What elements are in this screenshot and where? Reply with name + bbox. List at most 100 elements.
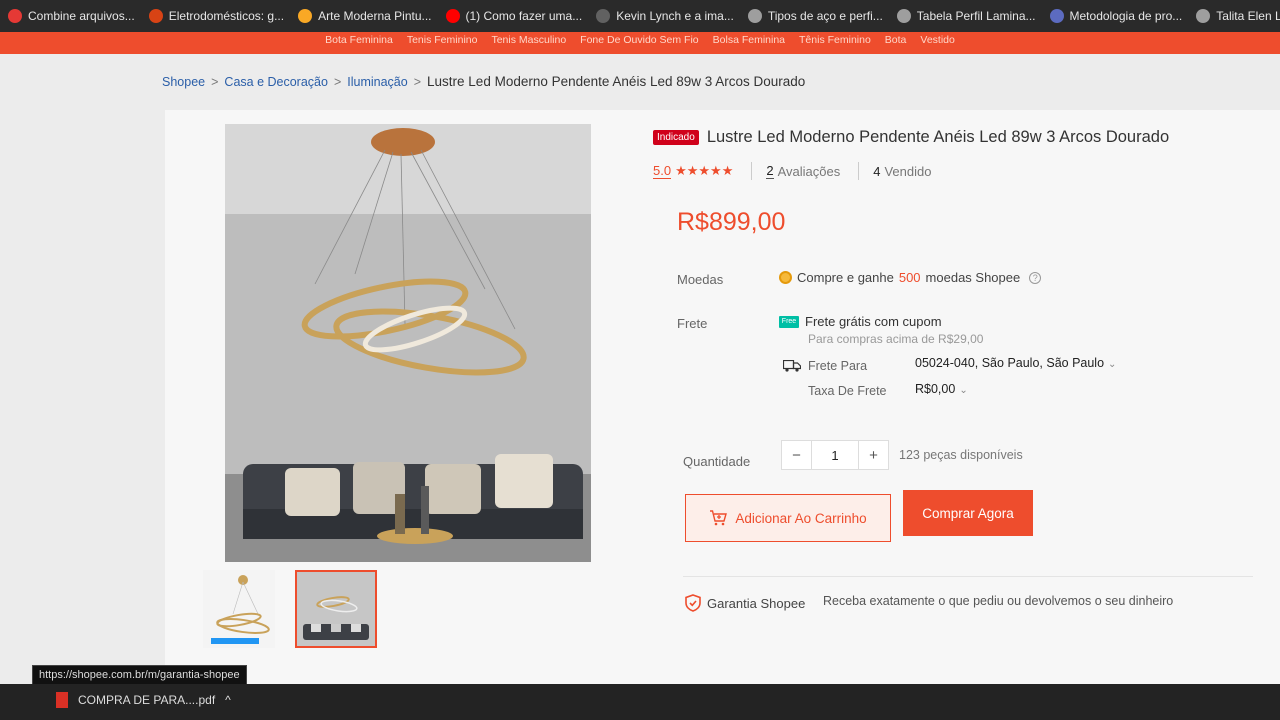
thumbnail-2-selected[interactable] (295, 570, 377, 648)
frete-label: Frete (677, 316, 708, 331)
bookmark-item[interactable]: Tipos de aço e perfi... (747, 9, 883, 23)
product-title: Lustre Led Moderno Pendente Anéis Led 89… (706, 128, 1170, 146)
sold-label: Vendido (884, 163, 932, 179)
buy-now-button[interactable]: Comprar Agora (903, 490, 1033, 536)
stock-available: 123 peças disponíveis (899, 448, 1023, 462)
site-icon (1049, 9, 1064, 23)
free-shipping-icon: Free (779, 315, 799, 328)
frete-gratis-text: Frete grátis com cupom (805, 314, 942, 329)
reviews-count[interactable]: 2 (766, 163, 774, 179)
header-search-link[interactable]: Vestido (920, 34, 954, 46)
chevron-down-icon: ⌄ (959, 385, 968, 396)
add-to-cart-label: Adicionar Ao Carrinho (735, 510, 867, 526)
pdf-tool-icon (8, 9, 22, 23)
rating-stars-icon: ★★★★★ (675, 163, 734, 178)
shipping-destination-select[interactable]: 05024-040, São Paulo, São Paulo ⌄ (915, 356, 1116, 370)
breadcrumb-current: Lustre Led Moderno Pendente Anéis Led 89… (427, 74, 806, 89)
bookmark-item[interactable]: Talita Elen Lulio De... (1196, 9, 1280, 23)
thumbnail-lamp-illustration (203, 570, 275, 648)
header-search-link[interactable]: Tenis Feminino (407, 34, 478, 46)
downloads-bar: COMPRA DE PARA....pdf ^ (0, 684, 1280, 720)
store-icon (148, 9, 163, 23)
frete-para-label: Frete Para (808, 359, 868, 373)
quantity-label: Quantidade (683, 454, 751, 469)
shield-icon (685, 594, 701, 612)
breadcrumb-separator: > (413, 74, 422, 89)
divider (683, 576, 1253, 577)
chevron-up-icon[interactable]: ^ (225, 693, 231, 707)
header-search-link[interactable]: Bota (885, 34, 907, 46)
moedas-label: Moedas (677, 272, 724, 287)
rating-row: 5.0 ★★★★★ 2 Avaliações 4 Vendido (653, 162, 931, 180)
breadcrumb-item-casa-decoracao[interactable]: Casa e Decoração (224, 75, 328, 89)
frete-gratis-condition: Para compras acima de R$29,00 (808, 332, 984, 346)
product-main-image[interactable] (225, 124, 591, 562)
rating-score[interactable]: 5.0 (653, 163, 672, 179)
bookmark-label: (1) Como fazer uma... (465, 9, 583, 23)
garantia-description: Receba exatamente o que pediu ou devolve… (823, 594, 1174, 608)
bookmark-label: Combine arquivos... (28, 9, 135, 23)
bookmark-item[interactable]: Tabela Perfil Lamina... (896, 9, 1036, 23)
bookmark-item[interactable]: Combine arquivos... (8, 9, 135, 23)
breadcrumb-item-iluminacao[interactable]: Iluminação (347, 75, 407, 89)
divider (751, 162, 753, 180)
header-search-link[interactable]: Fone De Ouvido Sem Fio (580, 34, 698, 46)
garantia-shopee-link[interactable]: Garantia Shopee (685, 594, 805, 612)
bookmark-label: Metodologia de pro... (1069, 9, 1183, 23)
increase-quantity-button[interactable]: + (858, 441, 888, 469)
shipping-destination-value: 05024-040, São Paulo, São Paulo (915, 356, 1105, 370)
bookmark-item[interactable]: Metodologia de pro... (1049, 9, 1183, 23)
shipping-fee-value: R$0,00 (915, 382, 956, 396)
download-filename: COMPRA DE PARA....pdf (78, 693, 216, 707)
moedas-text-after: moedas Shopee (925, 270, 1021, 285)
bookmark-label: Tipos de aço e perfi... (767, 9, 883, 23)
breadcrumb-item-shopee[interactable]: Shopee (162, 75, 205, 89)
product-card: Indicado Lustre Led Moderno Pendente Ané… (165, 110, 1280, 684)
reviews-label: Avaliações (777, 163, 841, 179)
help-icon[interactable]: ? (1029, 271, 1042, 284)
pdf-file-icon (56, 692, 68, 708)
thumbnail-1[interactable] (203, 570, 275, 648)
bookmark-item[interactable]: (1) Como fazer uma... (445, 9, 583, 23)
header-search-link[interactable]: Tenis Masculino (491, 34, 566, 46)
divider (858, 162, 860, 180)
bookmark-item[interactable]: Arte Moderna Pintu... (298, 9, 432, 23)
breadcrumb-separator: > (211, 74, 219, 89)
bookmark-label: Kevin Lynch e a ima... (616, 9, 734, 23)
add-to-cart-button[interactable]: Adicionar Ao Carrinho (685, 494, 891, 542)
product-page: Shopee > Casa e Decoração > Iluminação >… (0, 54, 1280, 684)
globe-icon (896, 9, 911, 23)
breadcrumb-separator: > (333, 74, 342, 89)
frete-gratis: Free Frete grátis com cupom (779, 314, 942, 329)
bookmarks-bar: Combine arquivos... Eletrodomésticos: g..… (0, 0, 1280, 32)
status-bar-url: https://shopee.com.br/m/garantia-shopee (32, 665, 247, 685)
download-item[interactable]: COMPRA DE PARA....pdf ^ (56, 692, 231, 708)
youtube-icon (445, 9, 460, 23)
quantity-input[interactable]: 1 (812, 441, 858, 469)
bookmark-item[interactable]: Kevin Lynch e a ima... (596, 9, 734, 23)
coin-icon (779, 271, 792, 284)
header-search-link[interactable]: Bolsa Feminina (713, 34, 785, 46)
quantity-stepper: − 1 + (781, 440, 889, 470)
chevron-down-icon: ⌄ (1108, 359, 1117, 370)
header-search-link[interactable]: Tênis Feminino (799, 34, 871, 46)
bookmark-item[interactable]: Eletrodomésticos: g... (148, 9, 285, 23)
globe-icon (298, 9, 313, 23)
title-row: Indicado Lustre Led Moderno Pendente Ané… (653, 128, 1169, 147)
bookmark-label: Eletrodomésticos: g... (168, 9, 285, 23)
cart-plus-icon (710, 510, 728, 526)
header-search-link[interactable]: Bota Feminina (325, 34, 393, 46)
indicado-badge: Indicado (653, 130, 699, 145)
shipping-fee-select[interactable]: R$0,00 ⌄ (915, 382, 968, 396)
shopee-header-links: Bota Feminina Tenis Feminino Tenis Masculi… (0, 32, 1280, 54)
product-info: Indicado Lustre Led Moderno Pendente Ané… (653, 110, 1273, 684)
garantia-label: Garantia Shopee (707, 595, 806, 611)
moedas-info: Compre e ganhe 500 moedas Shopee ? (779, 270, 1042, 285)
moedas-amount: 500 (898, 270, 921, 285)
bookmark-label: Talita Elen Lulio De... (1216, 9, 1280, 23)
thumbnail-strip (203, 570, 377, 648)
v-icon (596, 9, 611, 23)
sold-count: 4 (873, 163, 881, 179)
taxa-frete-label: Taxa De Frete (808, 384, 887, 398)
decrease-quantity-button[interactable]: − (782, 441, 812, 469)
